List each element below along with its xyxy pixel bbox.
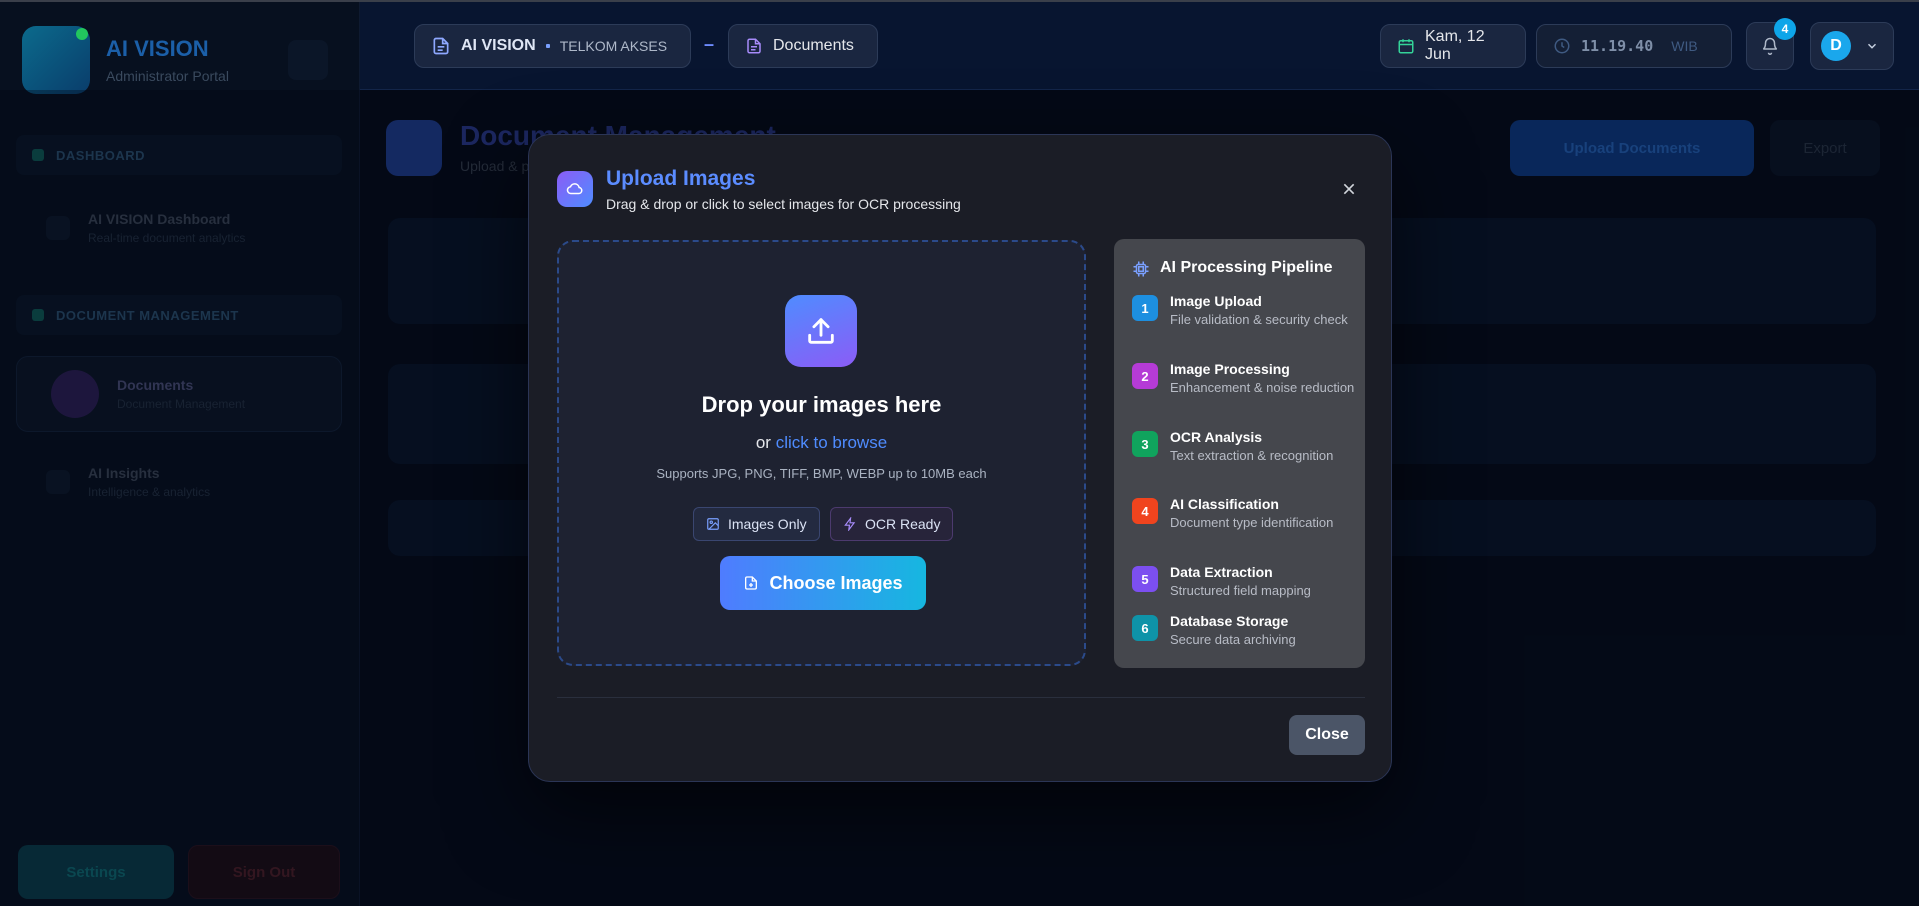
- modal-divider: [557, 697, 1365, 698]
- step-number: 4: [1132, 498, 1158, 524]
- ocr-ready-badge: OCR Ready: [830, 507, 954, 541]
- step-description: File validation & security check: [1170, 312, 1348, 327]
- brand-subtitle: Administrator Portal: [106, 68, 229, 84]
- user-menu-button[interactable]: D: [1810, 22, 1894, 70]
- step-title: Database Storage: [1170, 613, 1289, 629]
- sidebar-brand: AI VISION Administrator Portal: [22, 26, 229, 94]
- step-title: Image Processing: [1170, 361, 1290, 377]
- dropzone-title: Drop your images here: [701, 392, 942, 417]
- step-title: Data Extraction: [1170, 564, 1273, 580]
- clock-timezone: WIB: [1671, 38, 1698, 54]
- pipeline-step: 4 AI Classification Document type identi…: [1132, 496, 1356, 532]
- pipeline-title: AI Processing Pipeline: [1160, 259, 1333, 276]
- breadcrumb-dot: [545, 44, 550, 48]
- avatar: D: [1821, 31, 1851, 61]
- step-number: 6: [1132, 615, 1158, 641]
- cloud-icon: [557, 171, 593, 207]
- collapse-sidebar-button[interactable]: [288, 40, 328, 80]
- step-number: 1: [1132, 295, 1158, 321]
- browse-link[interactable]: click to browse: [776, 433, 887, 452]
- cpu-icon: [1133, 261, 1149, 277]
- bell-icon: [1762, 37, 1778, 55]
- notification-badge: 4: [1774, 18, 1796, 40]
- breadcrumb-separator: –: [704, 34, 715, 54]
- modal-subtitle: Drag & drop or click to select images fo…: [606, 196, 961, 212]
- dropzone-or-line: or click to browse: [559, 433, 1084, 453]
- upload-images-modal: Upload Images Drag & drop or click to se…: [528, 134, 1392, 782]
- date-text: Kam, 12 Jun: [1425, 28, 1485, 63]
- clock-time: 11.19.40: [1581, 37, 1654, 55]
- step-description: Structured field mapping: [1170, 583, 1311, 598]
- file-icon: [747, 38, 761, 54]
- image-icon: [707, 518, 719, 530]
- document-icon: [433, 37, 449, 55]
- breadcrumb-page-label: Documents: [773, 37, 854, 54]
- or-text: or: [755, 433, 771, 452]
- brand-logo: [22, 26, 90, 94]
- pipeline-step: 3 OCR Analysis Text extraction & recogni…: [1132, 429, 1356, 465]
- close-icon[interactable]: [1337, 177, 1361, 201]
- modal-title: Upload Images: [606, 167, 756, 190]
- close-button[interactable]: Close: [1289, 715, 1365, 755]
- breadcrumb-org-name: TELKOM AKSES: [559, 38, 668, 54]
- step-number: 2: [1132, 363, 1158, 389]
- pipeline-step: 5 Data Extraction Structured field mappi…: [1132, 564, 1356, 600]
- step-description: Document type identification: [1170, 515, 1334, 530]
- file-plus-icon: [745, 576, 758, 590]
- choose-images-button[interactable]: Choose Images: [720, 556, 926, 610]
- clock-display: 11.19.40 WIB: [1536, 24, 1732, 68]
- breadcrumb-app[interactable]: AI VISION TELKOM AKSES: [414, 24, 691, 68]
- breadcrumb-page[interactable]: Documents: [728, 24, 878, 68]
- images-only-badge: Images Only: [693, 507, 820, 541]
- pipeline-step: 6 Database Storage Secure data archiving: [1132, 613, 1356, 649]
- upload-icon: [785, 295, 857, 367]
- pipeline-step: 2 Image Processing Enhancement & noise r…: [1132, 361, 1356, 397]
- date-display: Kam, 12 Jun: [1380, 24, 1526, 68]
- online-dot: [76, 28, 88, 40]
- brand-title: AI VISION: [106, 36, 209, 61]
- choose-images-label: Choose Images: [769, 572, 903, 593]
- step-title: OCR Analysis: [1170, 429, 1263, 445]
- breadcrumb-app-name: AI VISION: [461, 37, 536, 54]
- step-description: Secure data archiving: [1170, 632, 1296, 647]
- pipeline-step: 1 Image Upload File validation & securit…: [1132, 293, 1356, 329]
- window-edge: [0, 0, 1919, 2]
- chip-label: OCR Ready: [865, 516, 941, 532]
- chip-label: Images Only: [728, 516, 807, 532]
- chevron-down-icon: [1867, 43, 1877, 49]
- step-description: Enhancement & noise reduction: [1170, 380, 1355, 395]
- clock-icon: [1554, 38, 1570, 54]
- step-title: Image Upload: [1170, 293, 1262, 309]
- step-title: AI Classification: [1170, 496, 1279, 512]
- calendar-icon: [1398, 39, 1414, 54]
- lightning-icon: [844, 517, 856, 531]
- ai-pipeline-panel: AI Processing Pipeline 1 Image Upload Fi…: [1114, 239, 1365, 668]
- step-number: 5: [1132, 566, 1158, 592]
- supported-formats: Supports JPG, PNG, TIFF, BMP, WEBP up to…: [656, 466, 987, 481]
- step-description: Text extraction & recognition: [1170, 448, 1334, 463]
- step-number: 3: [1132, 431, 1158, 457]
- image-dropzone[interactable]: Drop your images here or click to browse…: [557, 240, 1086, 666]
